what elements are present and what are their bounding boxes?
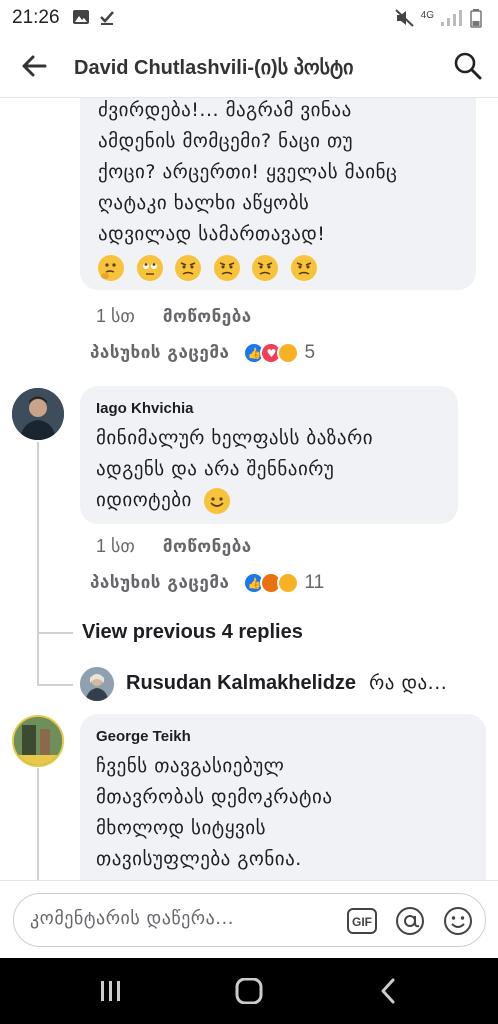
comment-line: იდიოტები (96, 489, 192, 511)
comment-author[interactable]: George Teikh (96, 728, 191, 745)
comment-line: მინიმალურ ხელფასს ბაზარი (96, 427, 374, 449)
comment-bubble: ძვირდება!... მაგრამ ვინაა ამდენის მომცემ… (80, 98, 476, 290)
network-type: 4G (420, 9, 434, 21)
thread-branch (37, 632, 73, 634)
care-reaction-icon (277, 342, 300, 364)
back-arrow-icon (22, 55, 47, 77)
comments-list: ძვირდება!... მაგრამ ვინაა ამდენის მომცემ… (0, 98, 498, 880)
comment-line: მხოლოდ სიტყვის (96, 817, 267, 839)
search-icon (454, 52, 482, 80)
reply-button[interactable]: პასუხის გაცემა (90, 573, 229, 593)
comment-input[interactable]: კომენტარის დაწერა... GIF (13, 893, 486, 947)
comment-placeholder: კომენტარის დაწერა... (30, 908, 234, 929)
gif-button[interactable]: GIF (346, 905, 378, 937)
recents-button[interactable] (96, 978, 126, 1004)
comment-line: ღატაკი ხალხი აწყობს (98, 192, 310, 214)
avatar[interactable] (12, 715, 64, 767)
comment-line: ქოცი? არცერთი! ყველას მაინც (98, 161, 398, 183)
comment-bubble: Iago Khvichia მინიმალურ ხელფასს ბაზარი ა… (80, 386, 458, 524)
signal-icon (441, 10, 462, 26)
reaction-count: 5 (304, 342, 316, 363)
reply-snippet: რა და... (369, 672, 448, 694)
comment-actions-row-2: პასუხის გაცემა 👍 ♥ 5 (90, 342, 315, 364)
comment-line: ჩვენს თავგასიებულ (96, 755, 285, 777)
avatar[interactable] (80, 667, 114, 701)
smiley-icon (444, 907, 472, 935)
status-bar: 21:26 4G (0, 0, 498, 36)
back-button[interactable] (18, 50, 50, 82)
smiling-face-icon (204, 487, 231, 514)
comment-line: მთავრობას დემოკრატია (96, 786, 333, 808)
status-time: 21:26 (12, 7, 60, 28)
reaction-count: 11 (304, 572, 325, 593)
comment-actions: 1 სთ მოწონება (96, 306, 252, 327)
battery-icon (470, 9, 482, 28)
comment-line: ამდენის მომცემი? ნაცი თუ (98, 130, 354, 152)
mention-button[interactable] (394, 905, 426, 937)
gallery-icon (73, 10, 89, 24)
search-button[interactable] (452, 50, 484, 82)
comment-actions: 1 სთ მოწონება (96, 536, 252, 557)
comment-line: ძვირდება!... მაგრამ ვინაა (98, 99, 352, 121)
thread-line (37, 768, 39, 880)
comment-actions-row-2: პასუხის გაცემა 👍 11 (90, 572, 324, 594)
home-button[interactable] (234, 977, 264, 1005)
download-done-icon (100, 11, 114, 25)
back-chevron-icon (381, 978, 395, 1004)
post-header: David Chutlashvili-(ი)ს პოსტი (0, 36, 498, 98)
avatar[interactable] (12, 388, 64, 440)
comment-composer: კომენტარის დაწერა... GIF (0, 880, 498, 958)
reply-preview[interactable]: Rusudan Kalmakhelidze რა და... (126, 672, 447, 695)
recents-icon (101, 981, 120, 1001)
emoji-button[interactable] (442, 905, 474, 937)
page-title: David Chutlashvili-(ი)ს პოსტი (74, 57, 354, 79)
svg-text:GIF: GIF (352, 915, 372, 929)
thread-branch (37, 684, 73, 686)
comment-time: 1 სთ (96, 536, 135, 556)
angry-face-icon (213, 254, 240, 281)
home-icon (235, 977, 263, 1005)
at-sign-icon (396, 907, 424, 935)
reactions-summary[interactable]: 👍 11 (243, 572, 324, 594)
reactions-summary[interactable]: 👍 ♥ 5 (243, 342, 315, 364)
system-nav-bar (0, 958, 498, 1024)
reply-author: Rusudan Kalmakhelidze (126, 672, 357, 694)
comment-bubble: George Teikh ჩვენს თავგასიებულ მთავრობას… (80, 714, 486, 880)
comment-line: თავისუფლება გონია. (96, 848, 302, 870)
comment-time: 1 სთ (96, 306, 135, 326)
eye-roll-face-icon (136, 254, 163, 281)
angry-face-icon (290, 254, 317, 281)
mute-icon (394, 9, 414, 27)
angry-face-icon (175, 254, 202, 281)
comment-line: ადვილად სამართავად! (98, 223, 326, 245)
like-button[interactable]: მოწონება (163, 537, 252, 557)
reply-button[interactable]: პასუხის გაცემა (90, 343, 229, 363)
view-previous-replies[interactable]: View previous 4 replies (82, 621, 303, 644)
sad-reaction-icon (277, 572, 300, 594)
thinking-face-icon (98, 254, 124, 281)
comment-author[interactable]: Iago Khvichia (96, 400, 194, 417)
comment-line: ადგენს და არა შენნაირუ (96, 458, 335, 480)
gif-icon: GIF (347, 908, 377, 934)
angry-face-icon (252, 254, 279, 281)
thread-line (37, 442, 39, 686)
like-button[interactable]: მოწონება (163, 307, 252, 327)
back-nav-button[interactable] (374, 978, 404, 1004)
